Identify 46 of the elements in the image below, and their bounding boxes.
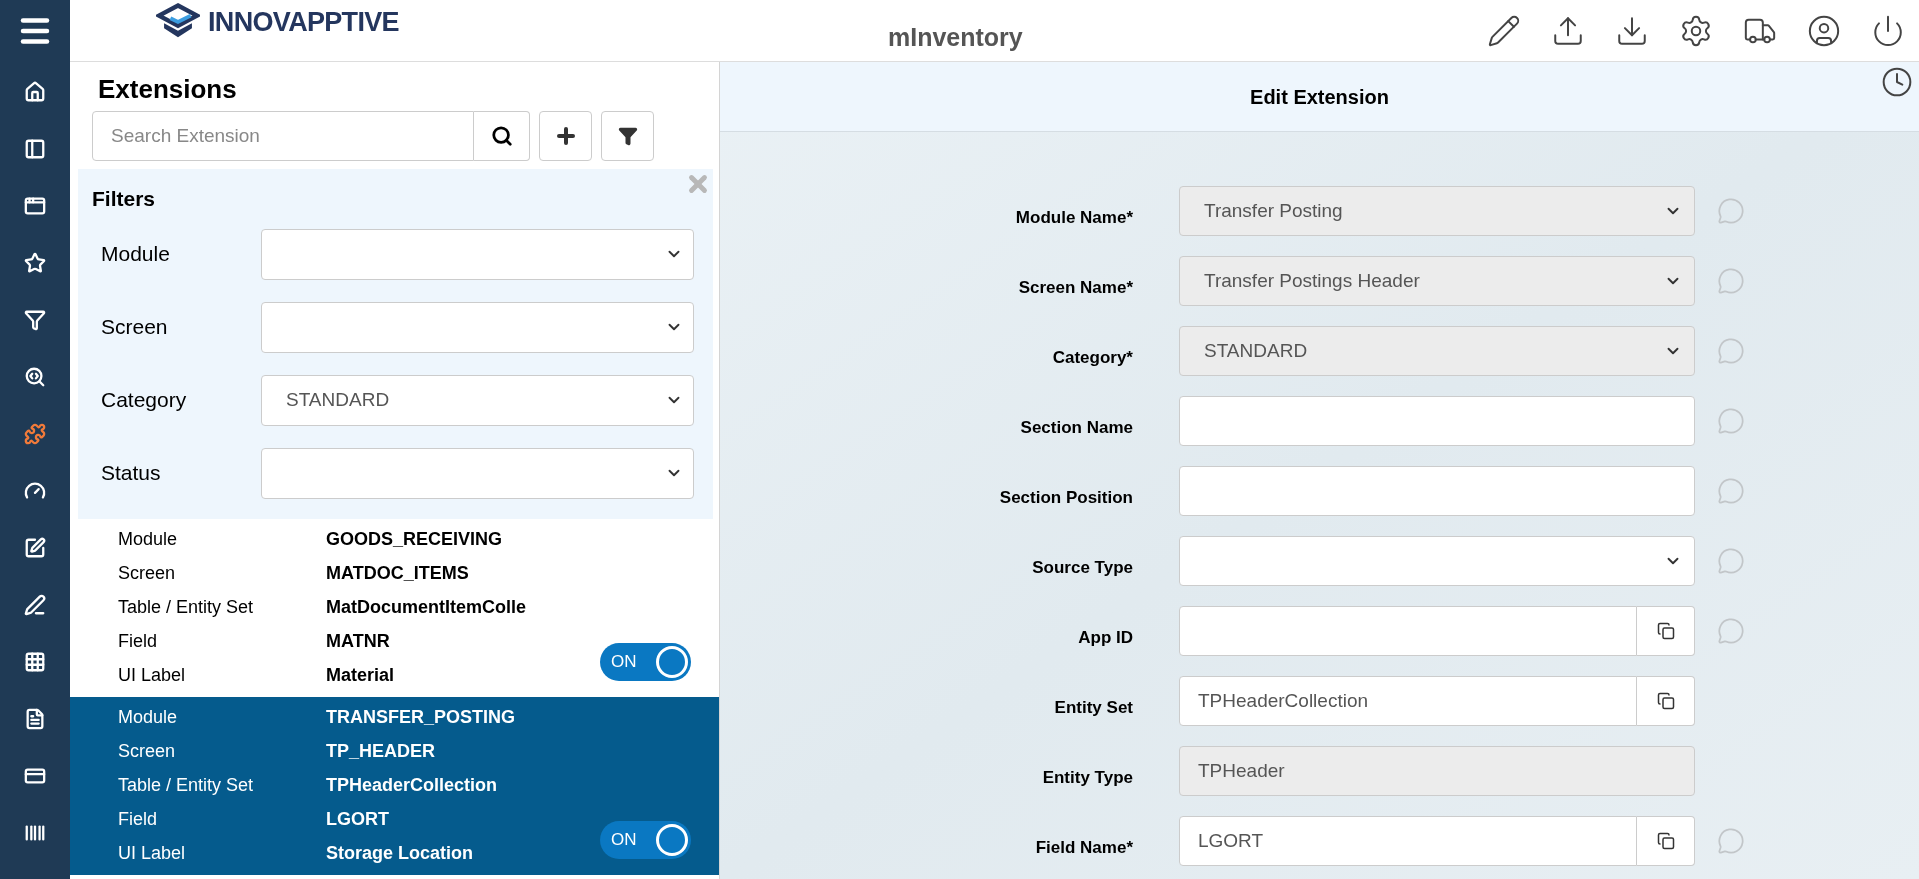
- field-value: GOODS_RECEIVING: [326, 528, 503, 551]
- text-field[interactable]: LGORT: [1179, 816, 1637, 866]
- extension-list-item[interactable]: Module TRANSFER_POSTING Screen TP_HEADER Table / Entity Set TPHeaderCollection Field LGORT UI Label Storage Location ON: [70, 696, 719, 875]
- field-label: UI Label: [118, 664, 187, 687]
- form-label: Section Position: [998, 487, 1133, 510]
- field-label: Screen: [118, 562, 177, 585]
- field-label: Module: [118, 706, 179, 729]
- edit-title: Edit Extension: [1250, 84, 1389, 110]
- filter-select[interactable]: STANDARD: [261, 374, 694, 426]
- form-label: Entity Type: [1041, 767, 1133, 790]
- filter-label: Module: [100, 241, 171, 268]
- field-value: MATDOC_ITEMS: [326, 562, 469, 585]
- filters-title: Filters: [91, 186, 156, 212]
- form-label: App ID: [1077, 627, 1133, 650]
- text-field[interactable]: TPHeaderCollection: [1179, 676, 1637, 726]
- form-label: Module Name*: [1014, 207, 1133, 230]
- field-label: UI Label: [118, 842, 187, 865]
- form-label: Screen Name*: [1017, 277, 1133, 300]
- field-value: Material: [326, 664, 395, 687]
- field-value: TPHeaderCollection: [326, 774, 498, 797]
- field-label: Screen: [118, 740, 177, 763]
- form-label: Category*: [1051, 347, 1133, 370]
- field-label: Table / Entity Set: [118, 774, 255, 797]
- field-value: TRANSFER_POSTING: [326, 706, 516, 729]
- filter-label: Category: [100, 387, 188, 414]
- search-field[interactable]: Search Extension: [92, 111, 474, 161]
- field-value: LGORT: [326, 808, 389, 831]
- panel-title: Extensions: [97, 73, 238, 104]
- form-label: Field Name*: [1034, 837, 1133, 860]
- field-value: MatDocumentItemColle: [326, 596, 527, 619]
- app-title: mInventory: [888, 22, 1023, 53]
- toggle-switch[interactable]: ON: [600, 642, 691, 681]
- field-label: Field: [118, 630, 158, 653]
- field-label: Table / Entity Set: [118, 596, 255, 619]
- filter-label: Status: [100, 460, 162, 487]
- form-label: Entity Set: [1053, 697, 1133, 720]
- form-label: Source Type: [1031, 557, 1133, 580]
- form-label: Section Name: [1019, 417, 1133, 440]
- field-value: Storage Location: [326, 842, 473, 865]
- toggle-switch[interactable]: ON: [600, 820, 691, 859]
- filter-label: Screen: [100, 314, 169, 341]
- logo-text: INNOVAPPTIVE: [208, 6, 399, 39]
- field-label: Field: [118, 808, 158, 831]
- field-label: Module: [118, 528, 179, 551]
- field-value: TP_HEADER: [326, 740, 436, 763]
- field-value: MATNR: [326, 630, 390, 653]
